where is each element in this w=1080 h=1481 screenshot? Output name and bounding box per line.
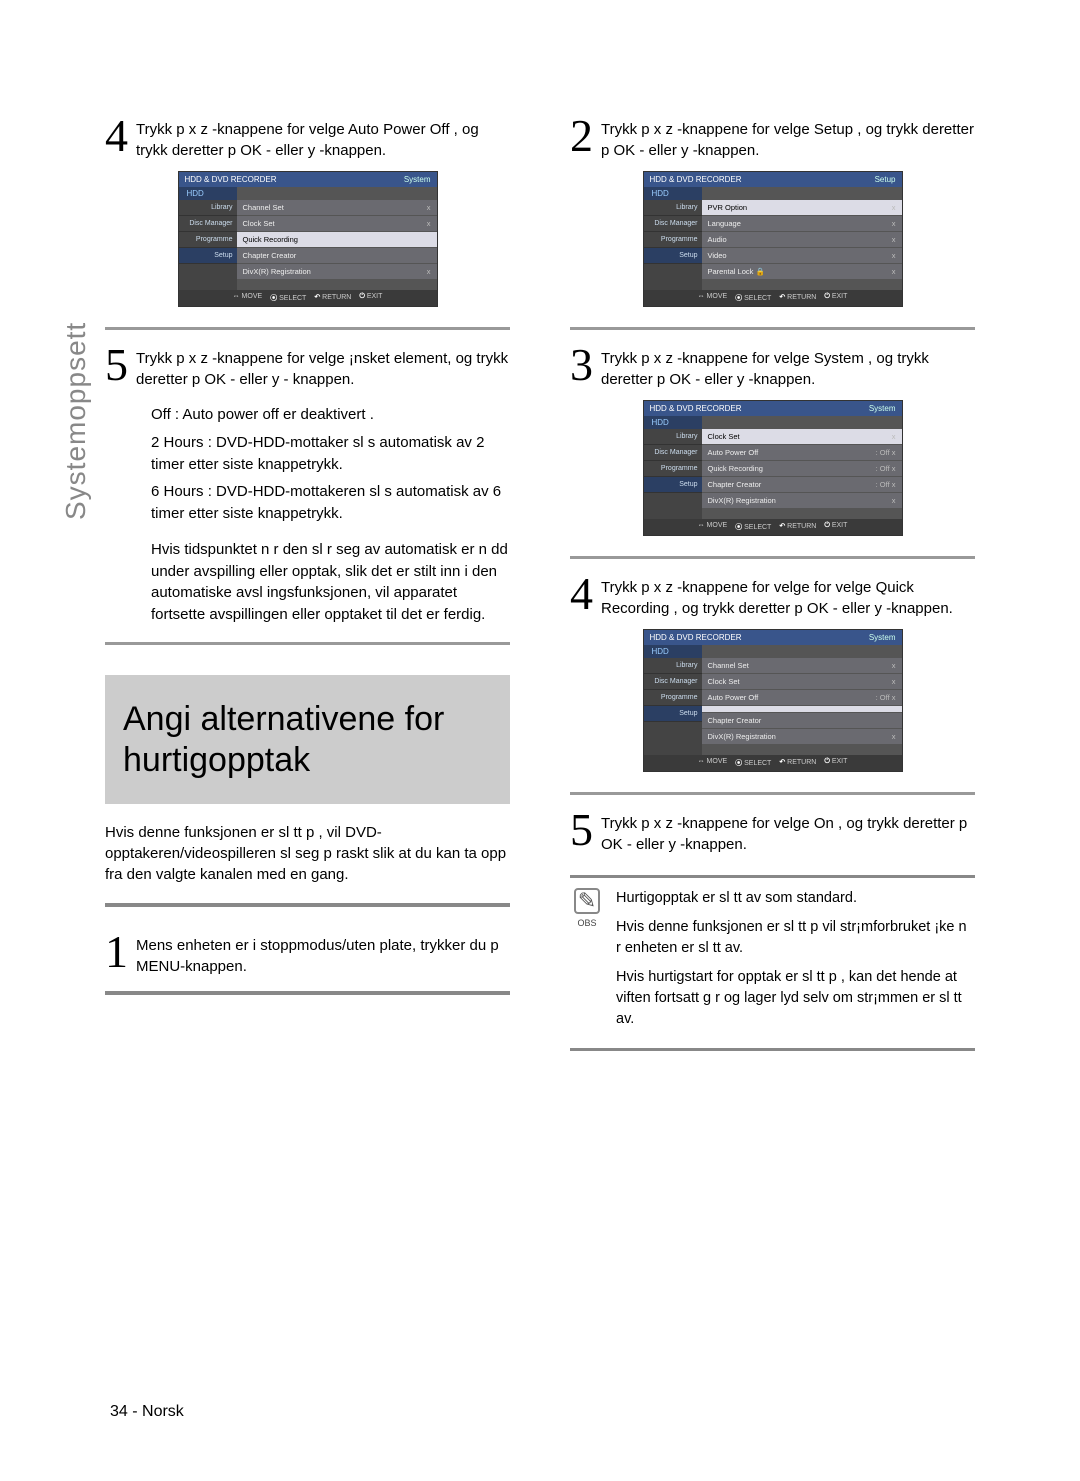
note-text-3: Hvis hurtigstart for opptak er sl tt p ,…: [616, 967, 975, 1030]
osd-menu-row[interactable]: Auto Power Off: Off x: [702, 690, 902, 706]
step5-text: Trykk p x z -knappene for velge ¡nsket e…: [136, 342, 510, 390]
osd-nav-item[interactable]: Programme: [179, 232, 237, 248]
osd-nav-item[interactable]: Disc Manager: [179, 216, 237, 232]
osd-menu-row[interactable]: Audiox: [702, 232, 902, 248]
osd-menu-row[interactable]: Quick Recording: [237, 232, 437, 248]
step1-text: Mens enheten er i stoppmodus/uten plate,…: [136, 929, 510, 977]
osd-nav-item[interactable]: Library: [644, 200, 702, 216]
osd-menu-row[interactable]: Chapter Creator: [702, 713, 902, 729]
osd-section: Setup: [875, 175, 896, 184]
osd-title: HDD & DVD RECORDER: [185, 175, 277, 184]
osd-hdd-label: HDD: [644, 187, 702, 200]
step2-text: Trykk p x z -knappene for velge Setup , …: [601, 113, 975, 161]
osd-footer: ⇔ MOVE⦿ SELECT↶ RETURN⏻ EXIT: [179, 290, 437, 306]
osd-section: System: [869, 404, 896, 413]
osd-screen: HDD & DVD RECORDER System HDD LibraryDisc…: [643, 629, 903, 772]
osd-screen: HDD & DVD RECORDER Setup HDD LibraryDisc …: [643, 171, 903, 307]
auto-off-note: Hvis tidspunktet n r den sl r seg av aut…: [151, 539, 510, 626]
osd-nav-item[interactable]: Disc Manager: [644, 445, 702, 461]
step3-text: Trykk p x z -knappene for velge System ,…: [601, 342, 975, 390]
osd-menu-row[interactable]: Clock Setx: [702, 429, 902, 445]
osd-menu-row[interactable]: Auto Power Off: Off x: [702, 445, 902, 461]
osd-screen: HDD & DVD RECORDER System HDD LibraryDisc…: [643, 400, 903, 536]
section-heading: Angi alternativene for hurtigopptak: [105, 675, 510, 805]
osd-menu-row[interactable]: Chapter Creator: [237, 248, 437, 264]
osd-footer: ⇔ MOVE⦿ SELECT↶ RETURN⏻ EXIT: [644, 290, 902, 306]
right-column: 2 Trykk p x z -knappene for velge Setup …: [570, 105, 975, 1051]
note-label: OBS: [577, 918, 596, 928]
osd-menu-row[interactable]: Videox: [702, 248, 902, 264]
osd-nav-item[interactable]: Setup: [644, 248, 702, 264]
osd-nav-item[interactable]: Setup: [644, 706, 702, 722]
osd-title: HDD & DVD RECORDER: [650, 404, 742, 413]
page-number: 34 - Norsk: [110, 1403, 184, 1421]
osd-menu-row[interactable]: Clock Setx: [702, 674, 902, 690]
osd-menu-row[interactable]: Languagex: [702, 216, 902, 232]
step-number: 4: [105, 113, 128, 161]
step-number: 5: [105, 342, 128, 390]
step-number: 1: [105, 929, 128, 977]
osd-menu-row[interactable]: PVR Optionx: [702, 200, 902, 216]
osd-menu-row[interactable]: [702, 706, 902, 713]
osd-nav-item[interactable]: Programme: [644, 461, 702, 477]
osd-footer: ⇔ MOVE⦿ SELECT↶ RETURN⏻ EXIT: [644, 755, 902, 771]
note-icon: ✎: [574, 888, 600, 914]
osd-title: HDD & DVD RECORDER: [650, 175, 742, 184]
osd-menu-row[interactable]: Quick Recording: Off x: [702, 461, 902, 477]
note-text-2: Hvis denne funksjonen er sl tt p vil str…: [616, 917, 975, 959]
osd-hdd-label: HDD: [644, 416, 702, 429]
osd-nav-item[interactable]: Library: [644, 429, 702, 445]
osd-menu-row[interactable]: DivX(R) Registrationx: [702, 493, 902, 509]
note-box: ✎ OBS Hurtigopptak er sl tt av som stand…: [570, 875, 975, 1051]
step-number: 4: [570, 571, 593, 619]
note-text-1: Hurtigopptak er sl tt av som standard.: [616, 888, 975, 909]
osd-hdd-label: HDD: [644, 645, 702, 658]
step5r-text: Trykk p x z -knappene for velge On , og …: [601, 807, 975, 855]
section-intro: Hvis denne funksjonen er sl tt p , vil D…: [105, 822, 510, 885]
osd-menu-row[interactable]: Channel Setx: [702, 658, 902, 674]
left-column: 4 Trykk p x z -knappene for velge Auto P…: [105, 105, 510, 1051]
osd-section: System: [404, 175, 431, 184]
2hours-option: 2 Hours : DVD-HDD-mottaker sl s automati…: [151, 432, 510, 476]
osd-footer: ⇔ MOVE⦿ SELECT↶ RETURN⏻ EXIT: [644, 519, 902, 535]
osd-hdd-label: HDD: [179, 187, 237, 200]
osd-section: System: [869, 633, 896, 642]
osd-title: HDD & DVD RECORDER: [650, 633, 742, 642]
osd-nav-item[interactable]: Library: [179, 200, 237, 216]
step-number: 3: [570, 342, 593, 390]
osd-menu-row[interactable]: Parental Lock 🔒x: [702, 264, 902, 280]
osd-nav-item[interactable]: Disc Manager: [644, 216, 702, 232]
step-number: 5: [570, 807, 593, 855]
osd-nav-item[interactable]: Setup: [644, 477, 702, 493]
osd-menu-row[interactable]: Channel Setx: [237, 200, 437, 216]
osd-menu-row[interactable]: DivX(R) Registrationx: [702, 729, 902, 745]
osd-menu-row[interactable]: DivX(R) Registrationx: [237, 264, 437, 280]
step4-text: Trykk p x z -knappene for velge Auto Pow…: [136, 113, 510, 161]
osd-nav-item[interactable]: Programme: [644, 232, 702, 248]
off-option: Off : Auto power off er deaktivert .: [151, 404, 510, 426]
6hours-option: 6 Hours : DVD-HDD-mottakeren sl s automa…: [151, 481, 510, 525]
side-tab-label: Systemoppsett: [60, 322, 92, 520]
osd-nav-item[interactable]: Setup: [179, 248, 237, 264]
osd-nav-item[interactable]: Library: [644, 658, 702, 674]
osd-nav-item[interactable]: Programme: [644, 690, 702, 706]
step-number: 2: [570, 113, 593, 161]
section-title-text: Angi alternativene for hurtigopptak: [123, 699, 492, 781]
osd-screen: HDD & DVD RECORDER System HDD LibraryDisc…: [178, 171, 438, 307]
step4r-text: Trykk p x z -knappene for velge for velg…: [601, 571, 975, 619]
osd-menu-row[interactable]: Clock Setx: [237, 216, 437, 232]
osd-nav-item[interactable]: Disc Manager: [644, 674, 702, 690]
osd-menu-row[interactable]: Chapter Creator: Off x: [702, 477, 902, 493]
